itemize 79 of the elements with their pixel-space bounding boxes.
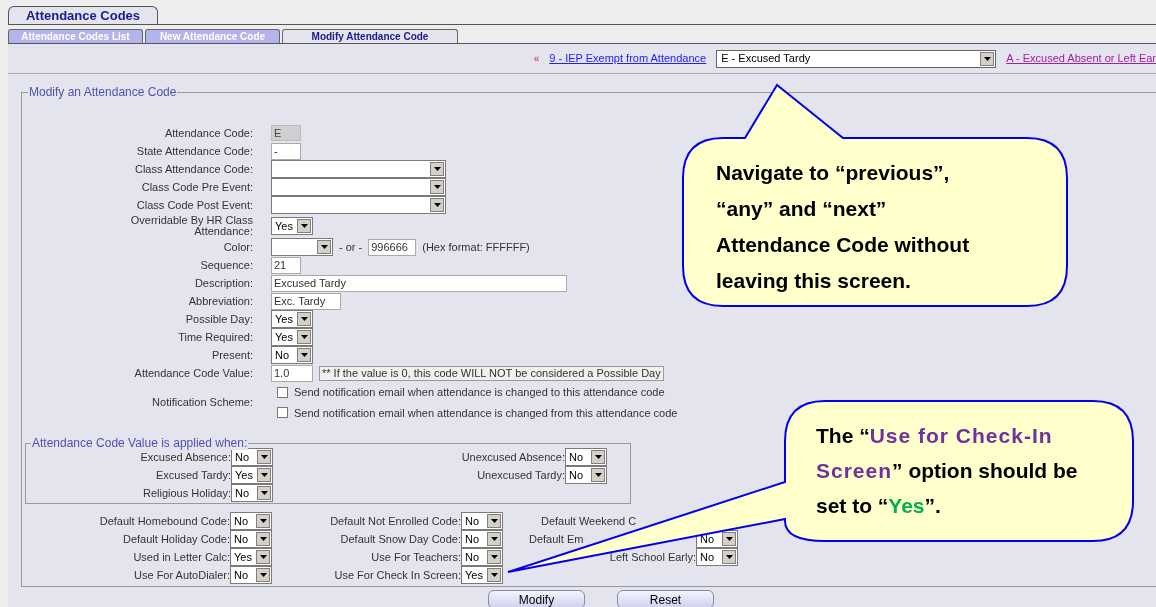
option-label: Left School Early: [608, 549, 696, 565]
option-label: Unexcused Absence: [460, 449, 565, 465]
previous-marker: « [533, 52, 540, 66]
dropdown[interactable] [271, 238, 333, 256]
dropdown[interactable]: No [271, 346, 313, 364]
dropdown[interactable]: No [461, 512, 503, 530]
dropdown[interactable] [271, 178, 446, 196]
option-label: Excused Tardy: [155, 467, 231, 483]
option-label: Default Homebound Code: [98, 513, 230, 529]
option-label: Use For Teachers: [370, 549, 461, 565]
dropdown[interactable]: Yes [271, 310, 313, 328]
callout-text: Navigate to “previous”, “any” and “next” Attendance Code without leaving this screen. [716, 160, 971, 294]
dropdown[interactable]: Yes [271, 328, 313, 346]
option-label: Default Not Enrolled Code: [329, 513, 461, 529]
field-label: Time Required: [177, 331, 253, 343]
dropdown[interactable]: No [565, 448, 607, 466]
field-label: Description: [193, 277, 253, 289]
dropdown[interactable]: Yes [271, 217, 313, 235]
dropdown[interactable]: No [231, 448, 273, 466]
option-label: Default Weekend C [540, 513, 638, 529]
option-label: Unexcused Tardy: [476, 467, 565, 483]
form-button[interactable]: Reset [617, 590, 714, 607]
option-label: Default Snow Day Code: [339, 531, 461, 547]
main-tab[interactable]: Attendance Codes [8, 6, 158, 24]
input-field[interactable]: 1.0 [271, 364, 313, 382]
callout-text: The “Use for Check-In Screen” option should be set to “Yes”. [816, 423, 1078, 519]
field-label: Present: [211, 349, 253, 361]
checkbox[interactable] [277, 386, 288, 398]
option-label: Default Holiday Code: [122, 531, 230, 547]
readonly-field: E [271, 125, 301, 141]
dropdown[interactable]: Yes [461, 566, 503, 584]
field-label: Attendance Code Value: [133, 367, 253, 379]
field-label: Sequence: [199, 259, 253, 271]
option-label: Default Em [528, 531, 585, 547]
option-label: Used in Letter Calc: [132, 549, 230, 565]
code-dropdown[interactable]: E - Excused Tardy [716, 49, 997, 68]
field-label: Class Code Pre Event: [140, 181, 253, 193]
hex-color-field[interactable]: 996666 [368, 238, 417, 256]
field-label: Abbreviation: [187, 295, 253, 307]
section-title: Modify an Attendance Code [28, 84, 178, 100]
field-label: Color: [222, 241, 253, 253]
note-text: ** If the value is 0, this code WILL NOT be considered a Possible Day [319, 365, 664, 381]
option-label: Excused Absence: [139, 450, 231, 465]
field-label: State Attendance Code: [135, 145, 253, 157]
dropdown[interactable]: No [565, 466, 607, 484]
input-field[interactable]: Excused Tardy [271, 274, 567, 292]
input-field[interactable]: Exc. Tardy [271, 292, 341, 310]
checkbox-label: Send notification email when attendance is changed to this attendance code [294, 385, 665, 400]
option-label: Use For Check In Screen: [333, 567, 461, 583]
dropdown[interactable]: No [230, 566, 272, 584]
dropdown[interactable]: No [230, 530, 272, 548]
form-button[interactable]: Modify [488, 590, 585, 607]
dropdown[interactable]: No [461, 530, 503, 548]
checkbox[interactable] [277, 407, 288, 419]
dropdown[interactable]: No [696, 548, 738, 566]
field-label: Class Code Post Event: [135, 199, 253, 211]
dropdown[interactable]: No [461, 548, 503, 566]
dropdown[interactable]: No [231, 484, 273, 502]
section-title: Attendance Code Value is applied when: [31, 436, 249, 450]
previous-code-link[interactable]: 9 - IEP Exempt from Attendance [549, 50, 707, 67]
input-field[interactable]: - [271, 142, 301, 160]
input-field[interactable]: 21 [271, 256, 301, 274]
dropdown[interactable]: Yes [230, 548, 272, 566]
sub-tab[interactable]: Modify Attendance Code [282, 29, 458, 43]
field-label: Attendance Code: [163, 127, 253, 139]
option-label: Use For AutoDialer: [133, 567, 230, 583]
hint-text: (Hex format: FFFFFF) [422, 239, 530, 255]
dropdown[interactable]: Yes [231, 466, 273, 484]
checkbox-label: Send notification email when attendance is changed from this attendance code [294, 405, 678, 421]
dropdown[interactable]: No [230, 512, 272, 530]
dropdown[interactable] [271, 160, 446, 178]
field-label: Notification Scheme: [151, 397, 253, 408]
option-label: Religious Holiday: [141, 485, 231, 501]
field-label: Class Attendance Code: [133, 163, 253, 175]
field-label: Possible Day: [184, 313, 253, 325]
separator-text: - or - [339, 239, 363, 255]
dropdown[interactable] [271, 196, 446, 214]
field-label: Overridable By HR Class Attendance: [129, 215, 253, 237]
next-code-link[interactable]: A - Excused Absent or Left Ear [1006, 50, 1156, 67]
